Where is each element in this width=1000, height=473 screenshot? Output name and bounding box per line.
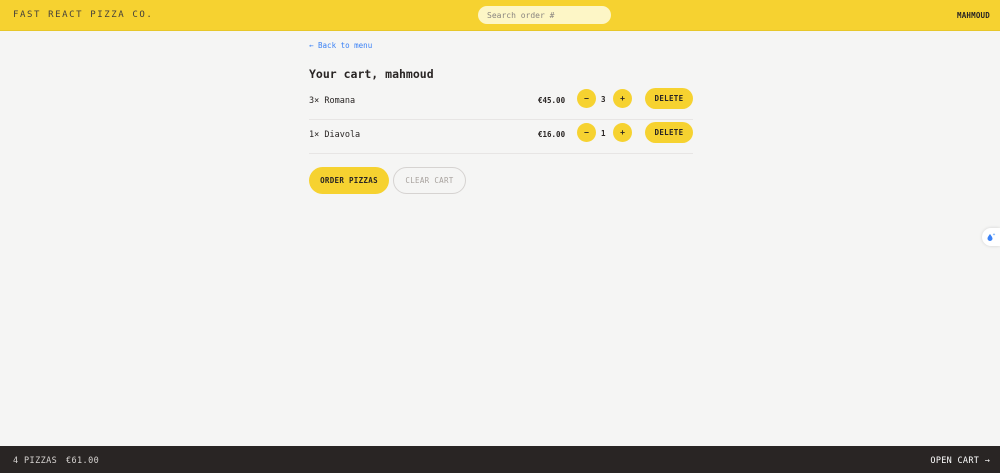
search-order-input[interactable]	[478, 6, 611, 24]
cart-item: 3× Romana €45.00 − 3 + DELETE	[309, 86, 693, 120]
back-to-menu-link[interactable]: ← Back to menu	[309, 41, 372, 50]
order-pizzas-button[interactable]: ORDER PIZZAS	[309, 167, 389, 194]
pizza-count: 4 PIZZAS	[13, 456, 58, 466]
open-cart-link[interactable]: OPEN CART →	[930, 456, 990, 466]
cart-total: €61.00	[66, 456, 100, 466]
username: MAHMOUD	[956, 11, 990, 20]
delete-item-button[interactable]: DELETE	[645, 122, 693, 143]
cart-item-price: €16.00	[538, 130, 566, 139]
increase-quantity-button[interactable]: +	[613, 89, 632, 108]
cart-title: Your cart, mahmoud	[309, 67, 434, 81]
clear-cart-button[interactable]: CLEAR CART	[393, 167, 466, 194]
cart-item-price: €45.00	[538, 96, 566, 105]
cart-item: 1× Diavola €16.00 − 1 + DELETE	[309, 120, 693, 154]
delete-item-button[interactable]: DELETE	[645, 88, 693, 109]
decrease-quantity-button[interactable]: −	[577, 89, 596, 108]
app-logo[interactable]: FAST REACT PIZZA CO.	[13, 10, 153, 20]
increase-quantity-button[interactable]: +	[613, 123, 632, 142]
floating-widget[interactable]	[982, 228, 1000, 246]
droplet-sparkle-icon	[987, 233, 996, 241]
cart-item-name: 1× Diavola	[309, 130, 361, 140]
app-header: FAST REACT PIZZA CO. MAHMOUD	[0, 0, 1000, 31]
decrease-quantity-button[interactable]: −	[577, 123, 596, 142]
cart-item-name: 3× Romana	[309, 96, 356, 106]
cart-overview-footer: 4 PIZZAS €61.00 OPEN CART →	[0, 446, 1000, 473]
cart-item-quantity: 1	[601, 129, 606, 138]
cart-item-quantity: 3	[601, 95, 606, 104]
